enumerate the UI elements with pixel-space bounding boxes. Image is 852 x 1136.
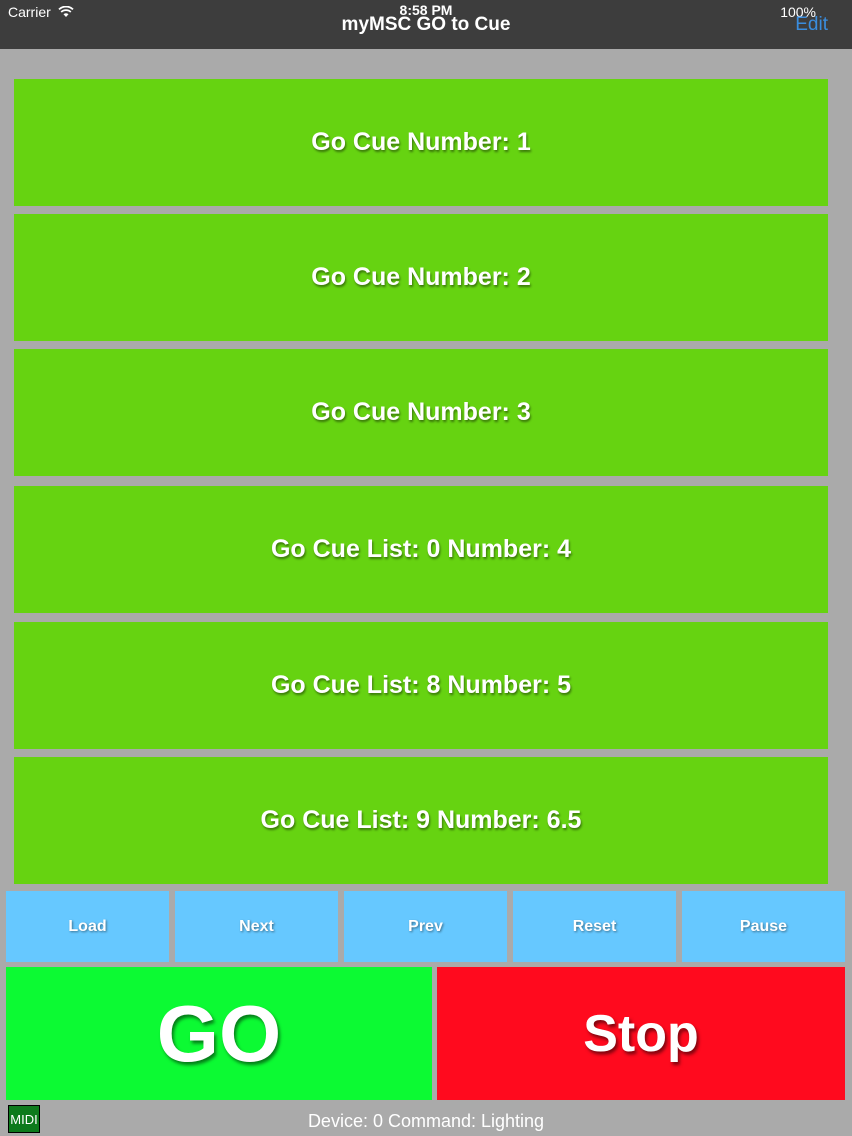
pause-button[interactable]: Pause (682, 891, 845, 962)
stop-button[interactable]: Stop (437, 967, 845, 1100)
next-button[interactable]: Next (175, 891, 338, 962)
cue-button-4[interactable]: Go Cue List: 0 Number: 4 (14, 486, 828, 613)
cue-button-3[interactable]: Go Cue Number: 3 (14, 349, 828, 476)
navigation-bar: Carrier 8:58 PM 100% myMSC GO to Cue Edi… (0, 0, 852, 49)
cue-button-2[interactable]: Go Cue Number: 2 (14, 214, 828, 341)
cue-button-1[interactable]: Go Cue Number: 1 (14, 79, 828, 206)
load-button[interactable]: Load (6, 891, 169, 962)
cue-button-6[interactable]: Go Cue List: 9 Number: 6.5 (14, 757, 828, 884)
go-button[interactable]: GO (6, 967, 432, 1100)
edit-button[interactable]: Edit (795, 14, 828, 36)
prev-button[interactable]: Prev (344, 891, 507, 962)
cue-button-5[interactable]: Go Cue List: 8 Number: 5 (14, 622, 828, 749)
device-status: Device: 0 Command: Lighting (307, 1111, 545, 1131)
reset-button[interactable]: Reset (513, 891, 676, 962)
page-title: myMSC GO to Cue (341, 14, 511, 35)
